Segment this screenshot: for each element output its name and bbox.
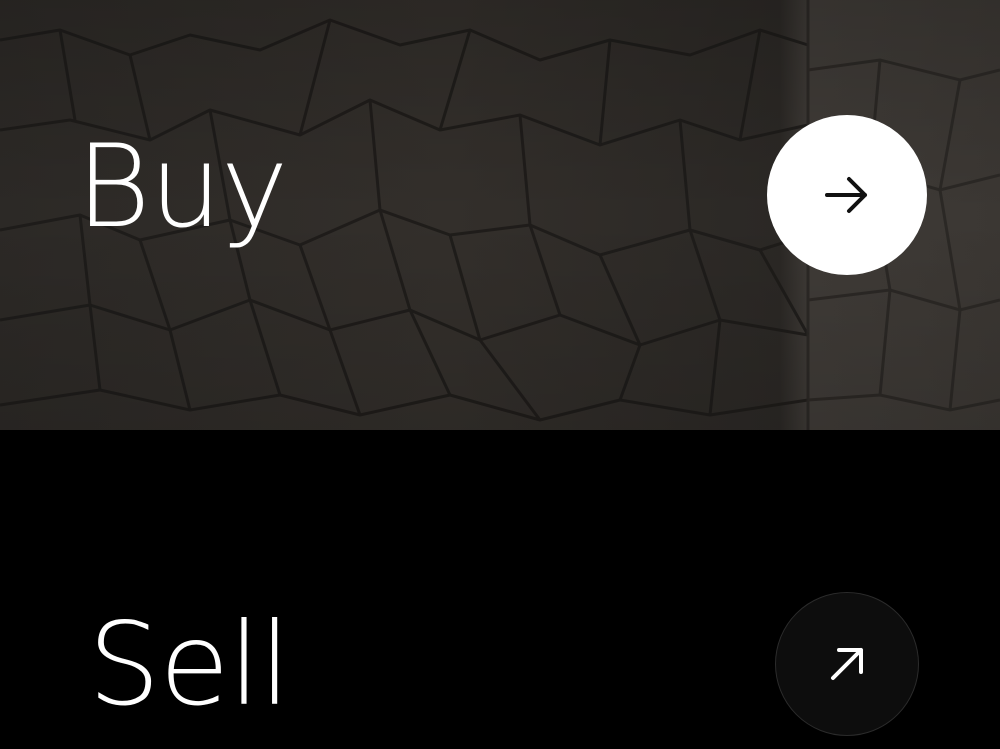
- buy-arrow-button[interactable]: [767, 115, 927, 275]
- page: Buy Sell: [0, 0, 1000, 749]
- sell-card[interactable]: Sell: [0, 430, 1000, 749]
- arrow-up-right-icon: [831, 648, 863, 680]
- sell-heading: Sell: [88, 598, 291, 731]
- sell-arrow-button[interactable]: [775, 592, 919, 736]
- buy-card[interactable]: Buy: [0, 0, 1000, 430]
- buy-heading: Buy: [76, 120, 288, 253]
- arrow-right-icon: [825, 177, 867, 213]
